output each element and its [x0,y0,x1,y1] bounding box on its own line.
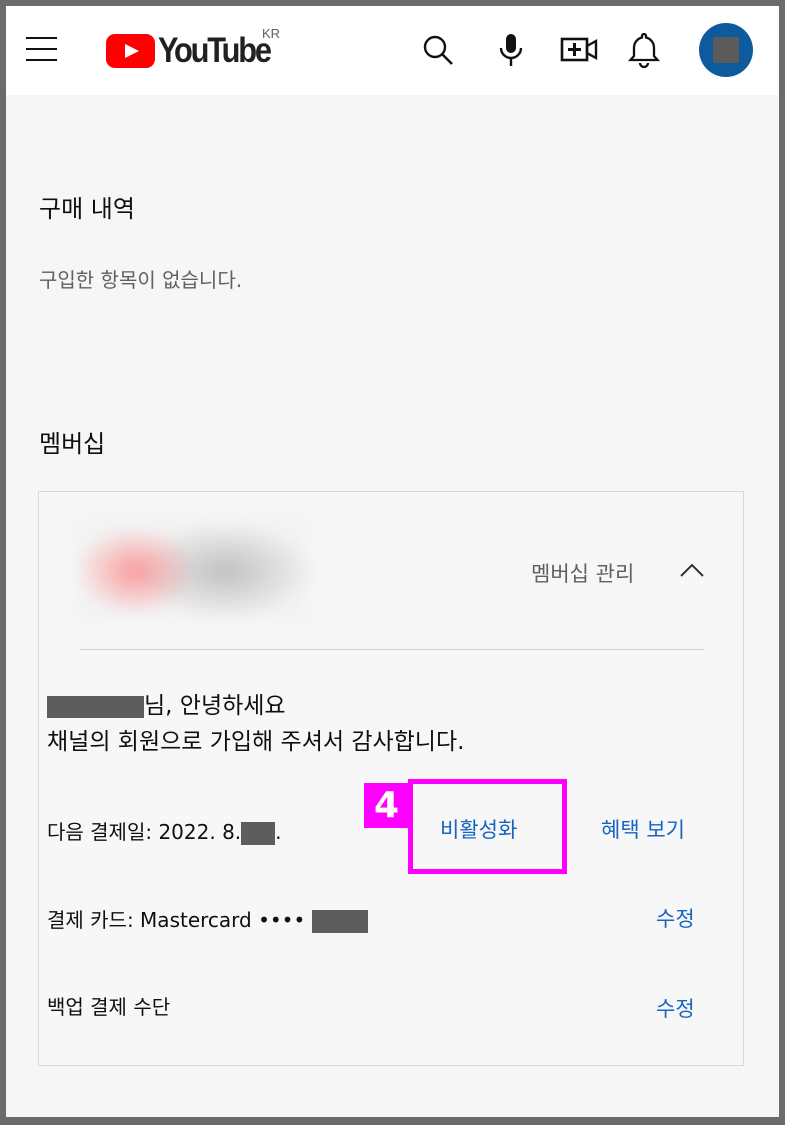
edit-card-link[interactable]: 수정 [656,903,695,933]
view-benefits-link[interactable]: 혜택 보기 [601,814,685,844]
membership-card: 멤버십 관리 [38,491,744,1066]
purchases-empty-text: 구입한 항목이 없습니다. [39,268,243,292]
next-billing-tail: . [275,820,282,844]
search-icon[interactable] [418,30,458,70]
menu-icon[interactable] [26,37,57,61]
avatar[interactable] [699,23,753,77]
payment-card-label: 결제 카드: Mastercard •••• [47,908,306,932]
notifications-bell-icon[interactable] [624,30,664,70]
microphone-icon[interactable] [491,30,531,70]
backup-payment-label: 백업 결제 수단 [47,995,171,1019]
chevron-up-icon[interactable] [677,556,707,586]
card-divider [80,649,704,650]
purchases-title: 구매 내역 [39,195,135,223]
country-code: KR [262,26,281,41]
next-billing-row: 다음 결제일: 2022. 8.. [47,816,282,845]
top-app-bar: YouTube KR [6,6,779,95]
payment-card-row: 결제 카드: Mastercard •••• [47,904,368,933]
redacted-card-digits [311,910,368,933]
redacted-billing-day [241,822,276,845]
membership-title: 멤버십 [39,430,106,458]
greeting-text: 님, 안녕하세요 [144,693,286,719]
create-video-icon[interactable] [559,30,599,70]
annotation-highlight-box [408,779,567,874]
youtube-play-icon [106,34,155,68]
edit-backup-link[interactable]: 수정 [656,993,695,1023]
redacted-username [47,695,144,718]
manage-membership-label[interactable]: 멤버십 관리 [531,558,634,588]
next-billing-label: 다음 결제일: 2022. 8. [47,820,242,844]
page-frame: YouTube KR 구매 내역 구입한 항목이 없습니다. 멤버십 멤버십 관… [6,6,779,1117]
youtube-logo[interactable]: YouTube [106,31,285,71]
annotation-step-number: 4 [364,783,409,828]
thanks-text: 채널의 회원으로 가입해 주셔서 감사합니다. [47,729,465,755]
greeting-line: 님, 안녕하세요 [47,686,286,720]
logo-text: YouTube [158,31,272,70]
channel-thumbnail-blurred [75,516,311,622]
